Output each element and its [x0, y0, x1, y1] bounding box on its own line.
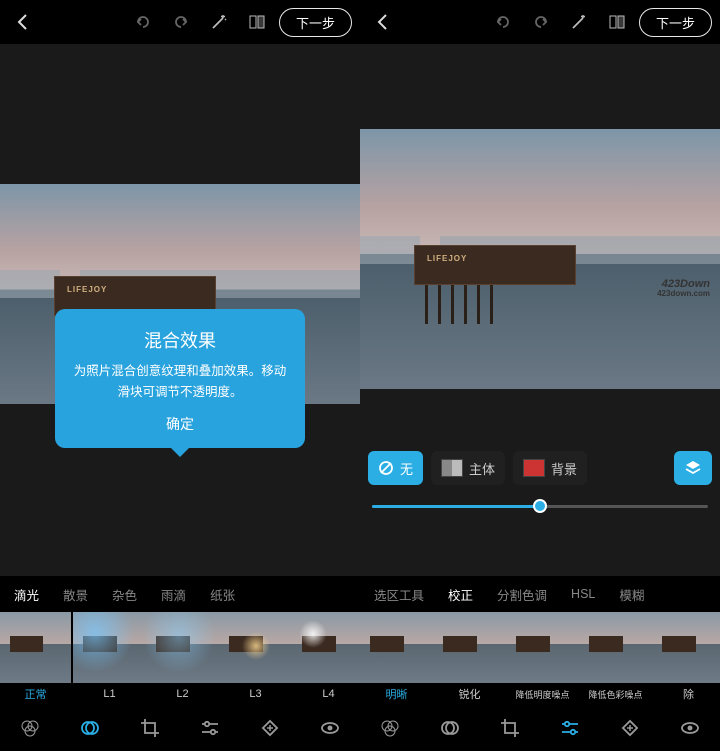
back-button[interactable]	[8, 6, 40, 38]
blend-tab-icon[interactable]	[439, 717, 461, 739]
preset-label: 正常	[0, 683, 71, 705]
slider-thumb[interactable]	[533, 499, 547, 513]
view-tab-icon[interactable]	[679, 717, 701, 739]
bottom-nav	[0, 705, 360, 751]
mask-subject-chip[interactable]: 主体	[431, 451, 505, 485]
category-tab[interactable]: 分割色调	[485, 585, 559, 604]
crop-tab-icon[interactable]	[139, 717, 161, 739]
canvas[interactable]: LIFEJOY 混合效果 为照片混合创意纹理和叠加效果。移动滑块可调节不透明度。…	[0, 44, 360, 576]
preset-thumb[interactable]: 锐化	[433, 612, 506, 705]
heal-tab-icon[interactable]	[619, 717, 641, 739]
category-tab[interactable]: 杂色	[100, 585, 149, 604]
left-screen: 下一步 LIFEJOY 混合效果 为照片混合创意纹理和叠加效果。移动滑块可调节不…	[0, 0, 360, 751]
photo-sign-text: LIFEJOY	[427, 254, 467, 263]
layers-button[interactable]	[674, 451, 712, 485]
watermark: 423Down 423down.com	[657, 279, 710, 298]
preset-label: 降低明度噪点	[506, 683, 579, 705]
category-tab[interactable]: 滴光	[2, 585, 51, 604]
tooltip-body: 为照片混合创意纹理和叠加效果。移动滑块可调节不透明度。	[73, 361, 287, 404]
next-button[interactable]: 下一步	[639, 8, 712, 37]
category-row: 滴光 散景 杂色 雨滴 纸张	[0, 576, 360, 612]
mask-background-chip[interactable]: 背景	[513, 451, 587, 485]
back-button[interactable]	[368, 6, 400, 38]
category-tab[interactable]: 雨滴	[149, 585, 198, 604]
top-toolbar: 下一步	[360, 0, 720, 44]
hint-tooltip: 混合效果 为照片混合创意纹理和叠加效果。移动滑块可调节不透明度。 确定	[55, 309, 305, 448]
category-tab[interactable]: 校正	[436, 585, 485, 604]
redo-button[interactable]	[165, 6, 197, 38]
preset-thumb-row: 明晰 锐化 降低明度噪点 降低色彩噪点 除	[360, 612, 720, 705]
preset-thumb[interactable]: L1	[73, 612, 146, 705]
filters-tab-icon[interactable]	[19, 717, 41, 739]
top-toolbar: 下一步	[0, 0, 360, 44]
view-tab-icon[interactable]	[319, 717, 341, 739]
watermark-line2: 423down.com	[657, 290, 710, 298]
mask-none-label: 无	[400, 459, 413, 478]
blend-tab-icon[interactable]	[79, 717, 101, 739]
photo-sign-text: LIFEJOY	[67, 285, 107, 294]
category-tab[interactable]: 纸张	[198, 585, 247, 604]
mask-background-label: 背景	[551, 459, 577, 478]
magic-wand-button[interactable]	[563, 6, 595, 38]
filters-tab-icon[interactable]	[379, 717, 401, 739]
photo-preview: LIFEJOY 423Down 423down.com	[360, 129, 720, 389]
heal-tab-icon[interactable]	[259, 717, 281, 739]
no-selection-icon	[378, 460, 394, 476]
preset-label: 明晰	[360, 683, 433, 705]
preset-thumb[interactable]: 降低色彩噪点	[579, 612, 652, 705]
preset-label: L1	[73, 683, 146, 705]
preset-label: L4	[292, 683, 360, 705]
mask-subject-thumb	[441, 459, 463, 477]
compare-button[interactable]	[241, 6, 273, 38]
preset-thumb[interactable]: 除	[652, 612, 720, 705]
preset-label: L2	[146, 683, 219, 705]
right-screen: 下一步 LIFEJOY 423Down 423down.com 无	[360, 0, 720, 751]
magic-wand-button[interactable]	[203, 6, 235, 38]
bottom-nav	[360, 705, 720, 751]
mask-selector-bar: 无 主体 背景	[368, 448, 712, 488]
preset-label: 除	[652, 683, 720, 705]
crop-tab-icon[interactable]	[499, 717, 521, 739]
preset-thumb[interactable]: 正常	[0, 612, 73, 705]
mask-background-thumb	[523, 459, 545, 477]
category-tab[interactable]: 散景	[51, 585, 100, 604]
tooltip-confirm-button[interactable]: 确定	[73, 414, 287, 434]
preset-label: 锐化	[433, 683, 506, 705]
mask-subject-label: 主体	[469, 459, 495, 478]
preset-label: L3	[219, 683, 292, 705]
preset-thumb[interactable]: 降低明度噪点	[506, 612, 579, 705]
category-tab[interactable]: 模糊	[607, 585, 656, 604]
undo-button[interactable]	[487, 6, 519, 38]
layers-icon	[683, 458, 703, 478]
preset-thumb-row: 正常 L1 L2 L3 L4	[0, 612, 360, 705]
category-tab[interactable]: 选区工具	[362, 585, 436, 604]
preset-label: 降低色彩噪点	[579, 683, 652, 705]
category-row: 选区工具 校正 分割色调 HSL 模糊	[360, 576, 720, 612]
undo-button[interactable]	[127, 6, 159, 38]
tooltip-title: 混合效果	[73, 327, 287, 353]
slider-fill	[372, 505, 540, 508]
opacity-slider[interactable]	[372, 492, 708, 520]
preset-thumb[interactable]: L3	[219, 612, 292, 705]
next-button[interactable]: 下一步	[279, 8, 352, 37]
redo-button[interactable]	[525, 6, 557, 38]
canvas[interactable]: LIFEJOY 423Down 423down.com 无 主体	[360, 44, 720, 576]
adjust-tab-icon[interactable]	[559, 717, 581, 739]
preset-thumb[interactable]: L4	[292, 612, 360, 705]
preset-thumb[interactable]: L2	[146, 612, 219, 705]
compare-button[interactable]	[601, 6, 633, 38]
category-tab[interactable]: HSL	[559, 587, 607, 601]
adjust-tab-icon[interactable]	[199, 717, 221, 739]
preset-thumb[interactable]: 明晰	[360, 612, 433, 705]
mask-none-chip[interactable]: 无	[368, 451, 423, 485]
